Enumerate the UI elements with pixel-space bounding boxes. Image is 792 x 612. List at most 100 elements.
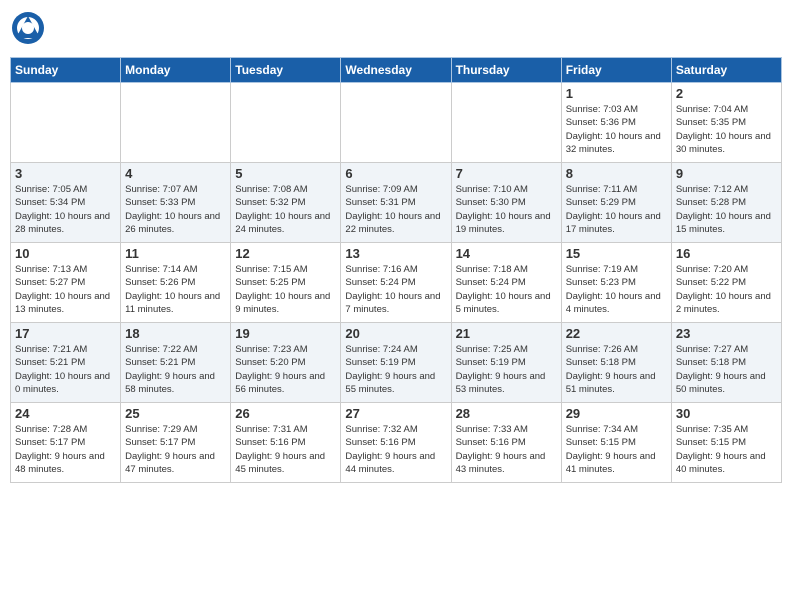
- day-info: Sunrise: 7:21 AM Sunset: 5:21 PM Dayligh…: [15, 343, 116, 396]
- day-info: Sunrise: 7:32 AM Sunset: 5:16 PM Dayligh…: [345, 423, 446, 476]
- weekday-header-friday: Friday: [561, 58, 671, 83]
- day-number: 13: [345, 246, 446, 261]
- day-number: 19: [235, 326, 336, 341]
- calendar-cell: [121, 83, 231, 163]
- day-info: Sunrise: 7:12 AM Sunset: 5:28 PM Dayligh…: [676, 183, 777, 236]
- weekday-header-monday: Monday: [121, 58, 231, 83]
- calendar-cell: 7 Sunrise: 7:10 AM Sunset: 5:30 PM Daylig…: [451, 163, 561, 243]
- page-header: [10, 10, 782, 51]
- day-info: Sunrise: 7:11 AM Sunset: 5:29 PM Dayligh…: [566, 183, 667, 236]
- calendar-cell: 4 Sunrise: 7:07 AM Sunset: 5:33 PM Daylig…: [121, 163, 231, 243]
- logo: [10, 10, 50, 51]
- calendar-cell: 18 Sunrise: 7:22 AM Sunset: 5:21 PM Dayli…: [121, 323, 231, 403]
- calendar-cell: 14 Sunrise: 7:18 AM Sunset: 5:24 PM Dayli…: [451, 243, 561, 323]
- day-number: 2: [676, 86, 777, 101]
- day-info: Sunrise: 7:08 AM Sunset: 5:32 PM Dayligh…: [235, 183, 336, 236]
- calendar-cell: 22 Sunrise: 7:26 AM Sunset: 5:18 PM Dayli…: [561, 323, 671, 403]
- calendar-table: SundayMondayTuesdayWednesdayThursdayFrid…: [10, 57, 782, 483]
- day-info: Sunrise: 7:31 AM Sunset: 5:16 PM Dayligh…: [235, 423, 336, 476]
- calendar-cell: 11 Sunrise: 7:14 AM Sunset: 5:26 PM Dayli…: [121, 243, 231, 323]
- calendar-cell: 28 Sunrise: 7:33 AM Sunset: 5:16 PM Dayli…: [451, 403, 561, 483]
- calendar-cell: 10 Sunrise: 7:13 AM Sunset: 5:27 PM Dayli…: [11, 243, 121, 323]
- day-info: Sunrise: 7:18 AM Sunset: 5:24 PM Dayligh…: [456, 263, 557, 316]
- calendar-cell: 2 Sunrise: 7:04 AM Sunset: 5:35 PM Daylig…: [671, 83, 781, 163]
- day-info: Sunrise: 7:33 AM Sunset: 5:16 PM Dayligh…: [456, 423, 557, 476]
- calendar-cell: 24Sunrise: 7:28 AM Sunset: 5:17 PM Dayli…: [11, 403, 121, 483]
- weekday-header-tuesday: Tuesday: [231, 58, 341, 83]
- day-number: 10: [15, 246, 116, 261]
- day-number: 18: [125, 326, 226, 341]
- calendar-cell: 6 Sunrise: 7:09 AM Sunset: 5:31 PM Daylig…: [341, 163, 451, 243]
- day-number: 23: [676, 326, 777, 341]
- day-info: Sunrise: 7:28 AM Sunset: 5:17 PM Dayligh…: [15, 423, 116, 476]
- day-info: Sunrise: 7:15 AM Sunset: 5:25 PM Dayligh…: [235, 263, 336, 316]
- weekday-header-sunday: Sunday: [11, 58, 121, 83]
- calendar-cell: 25 Sunrise: 7:29 AM Sunset: 5:17 PM Dayli…: [121, 403, 231, 483]
- calendar-cell: [231, 83, 341, 163]
- calendar-cell: 16 Sunrise: 7:20 AM Sunset: 5:22 PM Dayli…: [671, 243, 781, 323]
- day-number: 22: [566, 326, 667, 341]
- day-info: Sunrise: 7:07 AM Sunset: 5:33 PM Dayligh…: [125, 183, 226, 236]
- day-info: Sunrise: 7:13 AM Sunset: 5:27 PM Dayligh…: [15, 263, 116, 316]
- calendar-cell: 26 Sunrise: 7:31 AM Sunset: 5:16 PM Dayli…: [231, 403, 341, 483]
- calendar-cell: 1 Sunrise: 7:03 AM Sunset: 5:36 PM Daylig…: [561, 83, 671, 163]
- calendar-cell: [341, 83, 451, 163]
- calendar-cell: 29Sunrise: 7:34 AM Sunset: 5:15 PM Dayli…: [561, 403, 671, 483]
- day-number: 1: [566, 86, 667, 101]
- calendar-cell: 17 Sunrise: 7:21 AM Sunset: 5:21 PM Dayli…: [11, 323, 121, 403]
- day-info: Sunrise: 7:20 AM Sunset: 5:22 PM Dayligh…: [676, 263, 777, 316]
- day-number: 26: [235, 406, 336, 421]
- day-info: Sunrise: 7:26 AM Sunset: 5:18 PM Dayligh…: [566, 343, 667, 396]
- calendar-cell: 3 Sunrise: 7:05 AM Sunset: 5:34 PM Daylig…: [11, 163, 121, 243]
- day-info: Sunrise: 7:04 AM Sunset: 5:35 PM Dayligh…: [676, 103, 777, 156]
- day-number: 4: [125, 166, 226, 181]
- calendar-cell: [11, 83, 121, 163]
- day-number: 14: [456, 246, 557, 261]
- day-info: Sunrise: 7:23 AM Sunset: 5:20 PM Dayligh…: [235, 343, 336, 396]
- calendar-cell: [451, 83, 561, 163]
- day-info: Sunrise: 7:25 AM Sunset: 5:19 PM Dayligh…: [456, 343, 557, 396]
- calendar-cell: 30 Sunrise: 7:35 AM Sunset: 5:15 PM Dayli…: [671, 403, 781, 483]
- day-number: 11: [125, 246, 226, 261]
- day-number: 30: [676, 406, 777, 421]
- day-info: Sunrise: 7:09 AM Sunset: 5:31 PM Dayligh…: [345, 183, 446, 236]
- day-info: Sunrise: 7:14 AM Sunset: 5:26 PM Dayligh…: [125, 263, 226, 316]
- day-number: 3: [15, 166, 116, 181]
- day-info: Sunrise: 7:35 AM Sunset: 5:15 PM Dayligh…: [676, 423, 777, 476]
- weekday-header-saturday: Saturday: [671, 58, 781, 83]
- day-number: 16: [676, 246, 777, 261]
- day-info: Sunrise: 7:03 AM Sunset: 5:36 PM Dayligh…: [566, 103, 667, 156]
- weekday-header-thursday: Thursday: [451, 58, 561, 83]
- day-number: 15: [566, 246, 667, 261]
- calendar-cell: 21 Sunrise: 7:25 AM Sunset: 5:19 PM Dayli…: [451, 323, 561, 403]
- day-info: Sunrise: 7:10 AM Sunset: 5:30 PM Dayligh…: [456, 183, 557, 236]
- day-number: 25: [125, 406, 226, 421]
- day-number: 21: [456, 326, 557, 341]
- day-number: 27: [345, 406, 446, 421]
- calendar-cell: 5 Sunrise: 7:08 AM Sunset: 5:32 PM Daylig…: [231, 163, 341, 243]
- day-number: 7: [456, 166, 557, 181]
- day-number: 12: [235, 246, 336, 261]
- day-info: Sunrise: 7:24 AM Sunset: 5:19 PM Dayligh…: [345, 343, 446, 396]
- calendar-cell: 12 Sunrise: 7:15 AM Sunset: 5:25 PM Dayli…: [231, 243, 341, 323]
- day-info: Sunrise: 7:22 AM Sunset: 5:21 PM Dayligh…: [125, 343, 226, 396]
- day-number: 8: [566, 166, 667, 181]
- day-number: 17: [15, 326, 116, 341]
- day-info: Sunrise: 7:19 AM Sunset: 5:23 PM Dayligh…: [566, 263, 667, 316]
- weekday-header-wednesday: Wednesday: [341, 58, 451, 83]
- day-info: Sunrise: 7:27 AM Sunset: 5:18 PM Dayligh…: [676, 343, 777, 396]
- day-info: Sunrise: 7:29 AM Sunset: 5:17 PM Dayligh…: [125, 423, 226, 476]
- calendar-cell: 20 Sunrise: 7:24 AM Sunset: 5:19 PM Dayli…: [341, 323, 451, 403]
- calendar-cell: 23 Sunrise: 7:27 AM Sunset: 5:18 PM Dayli…: [671, 323, 781, 403]
- calendar-cell: 19 Sunrise: 7:23 AM Sunset: 5:20 PM Dayli…: [231, 323, 341, 403]
- calendar-cell: 15 Sunrise: 7:19 AM Sunset: 5:23 PM Dayli…: [561, 243, 671, 323]
- calendar-cell: 27 Sunrise: 7:32 AM Sunset: 5:16 PM Dayli…: [341, 403, 451, 483]
- calendar-cell: 9 Sunrise: 7:12 AM Sunset: 5:28 PM Daylig…: [671, 163, 781, 243]
- day-number: 29: [566, 406, 667, 421]
- day-number: 6: [345, 166, 446, 181]
- day-number: 28: [456, 406, 557, 421]
- day-number: 5: [235, 166, 336, 181]
- day-number: 20: [345, 326, 446, 341]
- day-number: 9: [676, 166, 777, 181]
- day-info: Sunrise: 7:05 AM Sunset: 5:34 PM Dayligh…: [15, 183, 116, 236]
